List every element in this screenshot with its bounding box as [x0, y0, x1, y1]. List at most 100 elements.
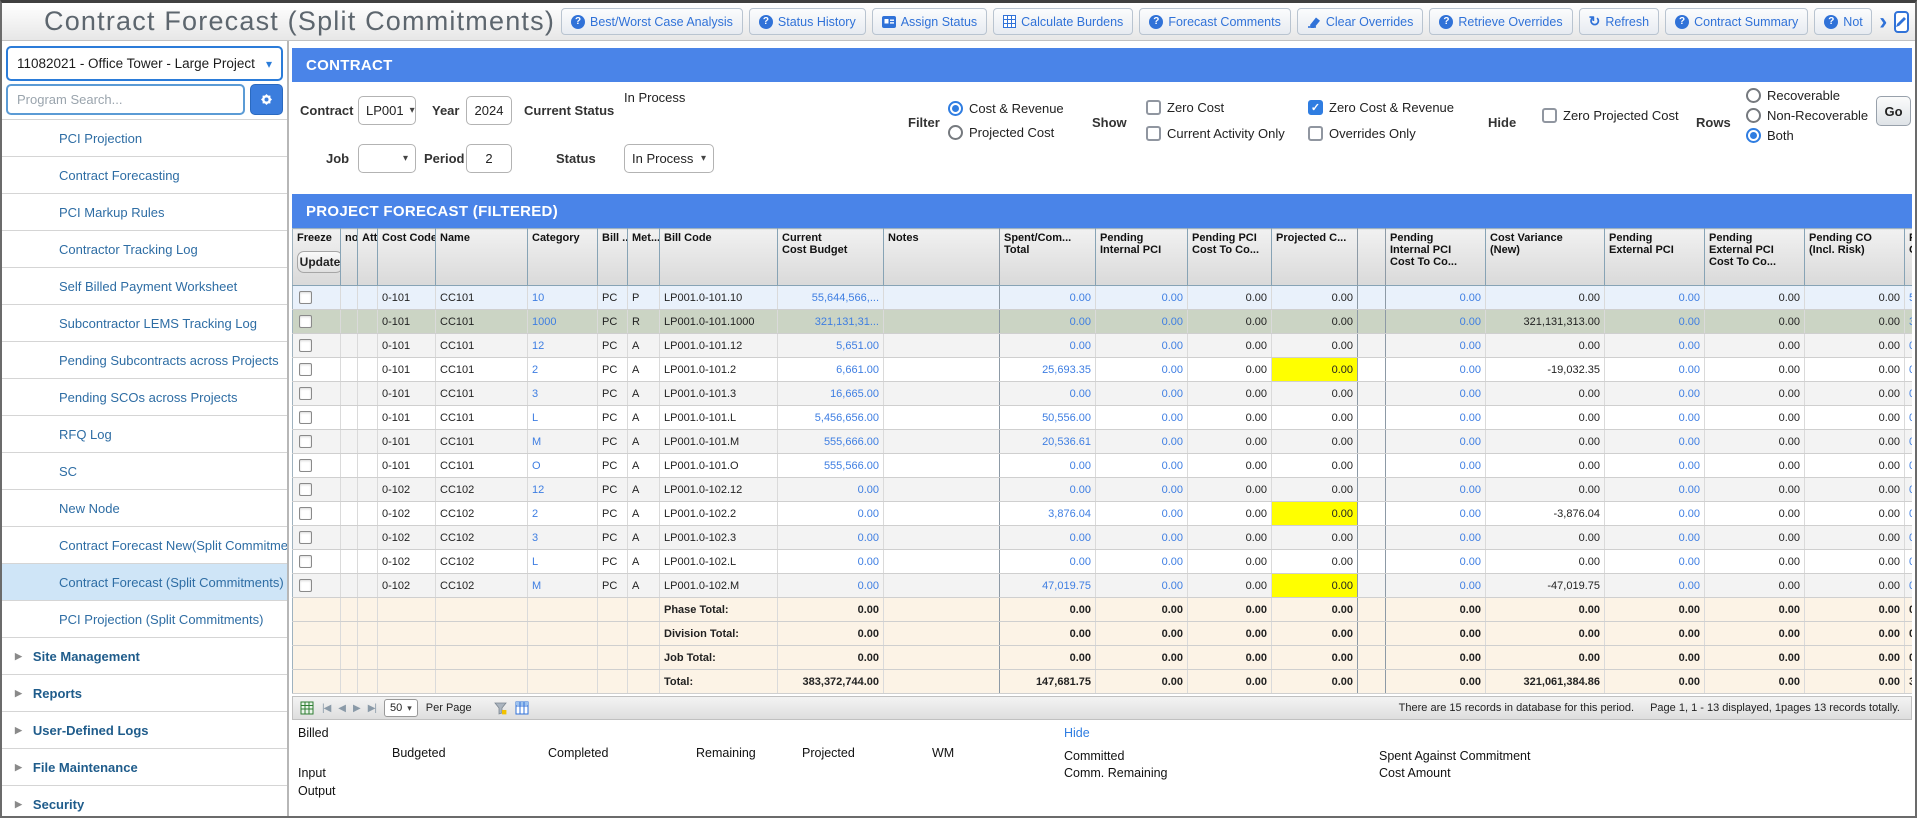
cell-category[interactable]: 3 — [527, 525, 598, 550]
cell-pending_external_pci[interactable]: 0.00 — [1604, 525, 1705, 550]
cell-spent_comm_total[interactable]: 0.00 — [999, 285, 1096, 310]
project-select[interactable]: 11082021 - Office Tower - Large Project … — [6, 46, 283, 81]
header-button[interactable]: Assign Status — [871, 8, 988, 35]
cell-overflow[interactable]: 0 — [1904, 429, 1912, 454]
hide-link[interactable]: Hide — [1064, 726, 1090, 740]
header-button[interactable]: ? Forecast Comments — [1139, 8, 1291, 35]
cell-pending_internal_pci[interactable]: 0.00 — [1095, 381, 1188, 406]
cell-spent_comm_total[interactable]: 3,876.04 — [999, 501, 1096, 526]
cell-category[interactable]: M — [527, 429, 598, 454]
cell-pending_internal_pci_ctc[interactable]: 0.00 — [1385, 357, 1486, 382]
show-option-current-activity-only[interactable]: Current Activity Only — [1146, 126, 1285, 141]
cell-pending_external_pci[interactable]: 0.00 — [1604, 285, 1705, 310]
sidebar-section[interactable]: ▶ File Maintenance — [2, 749, 287, 786]
cell-pending_internal_pci[interactable]: 0.00 — [1095, 573, 1188, 598]
edit-icon[interactable] — [1894, 10, 1910, 33]
sidebar-section[interactable]: ▶ Reports — [2, 675, 287, 712]
row-checkbox[interactable] — [299, 411, 312, 424]
cell-pending_external_pci[interactable]: 0.00 — [1604, 405, 1705, 430]
header-button[interactable]: ? Contract Summary — [1665, 8, 1809, 35]
cell-current_cost_budget[interactable]: 0.00 — [777, 549, 884, 574]
contract-select[interactable]: LP001 ▾ — [358, 96, 416, 125]
header-button[interactable]: Calculate Burdens — [993, 8, 1134, 35]
cell-pending_internal_pci_ctc[interactable]: 0.00 — [1385, 381, 1486, 406]
row-checkbox[interactable] — [299, 339, 312, 352]
sidebar-section[interactable]: ▶ Security — [2, 786, 287, 816]
chevron-right-icon[interactable]: › — [1879, 9, 1887, 33]
filter-option-projected-cost[interactable]: Projected Cost — [948, 125, 1054, 140]
per-page-select[interactable]: 50 ▾ — [384, 699, 418, 717]
cell-pending_internal_pci_ctc[interactable]: 0.00 — [1385, 525, 1486, 550]
show-option-zero-cost[interactable]: Zero Cost — [1146, 100, 1224, 115]
cell-current_cost_budget[interactable]: 0.00 — [777, 573, 884, 598]
sidebar-item[interactable]: Pending Subcontracts across Projects — [2, 342, 287, 379]
job-select[interactable]: ▾ — [358, 144, 416, 173]
cell-pending_internal_pci[interactable]: 0.00 — [1095, 525, 1188, 550]
cell-current_cost_budget[interactable]: 555,566.00 — [777, 453, 884, 478]
rows-option-non-recoverable[interactable]: Non-Recoverable — [1746, 108, 1868, 123]
cell-overflow[interactable]: 0 — [1904, 573, 1912, 598]
cell-current_cost_budget[interactable]: 16,665.00 — [777, 381, 884, 406]
cell-current_cost_budget[interactable]: 6,661.00 — [777, 357, 884, 382]
row-checkbox[interactable] — [299, 459, 312, 472]
column-chooser-icon[interactable] — [515, 701, 529, 715]
row-checkbox[interactable] — [299, 483, 312, 496]
row-checkbox[interactable] — [299, 579, 312, 592]
cell-overflow[interactable]: 0 — [1904, 549, 1912, 574]
cell-overflow[interactable]: 0 — [1904, 477, 1912, 502]
cell-category[interactable]: M — [527, 573, 598, 598]
cell-category[interactable]: 2 — [527, 357, 598, 382]
row-checkbox[interactable] — [299, 507, 312, 520]
cell-spent_comm_total[interactable]: 20,536.61 — [999, 429, 1096, 454]
rows-option-recoverable[interactable]: Recoverable — [1746, 88, 1840, 103]
program-search-input[interactable] — [6, 84, 245, 115]
cell-pending_internal_pci_ctc[interactable]: 0.00 — [1385, 405, 1486, 430]
year-field[interactable] — [466, 96, 512, 125]
cell-spent_comm_total[interactable]: 0.00 — [999, 549, 1096, 574]
cell-overflow[interactable]: 0 — [1904, 405, 1912, 430]
cell-category[interactable]: 1000 — [527, 309, 598, 334]
cell-pending_internal_pci[interactable]: 0.00 — [1095, 429, 1188, 454]
sidebar-item[interactable]: Contract Forecast (Split Commitments) — [2, 564, 287, 601]
header-button[interactable]: Clear Overrides — [1296, 8, 1424, 35]
cell-pending_internal_pci_ctc[interactable]: 0.00 — [1385, 549, 1486, 574]
cell-spent_comm_total[interactable]: 0.00 — [999, 453, 1096, 478]
cell-pending_internal_pci[interactable]: 0.00 — [1095, 501, 1188, 526]
cell-pending_internal_pci[interactable]: 0.00 — [1095, 309, 1188, 334]
cell-pending_external_pci[interactable]: 0.00 — [1604, 453, 1705, 478]
cell-pending_internal_pci_ctc[interactable]: 0.00 — [1385, 429, 1486, 454]
rows-option-both[interactable]: Both — [1746, 128, 1794, 143]
cell-category[interactable]: 10 — [527, 285, 598, 310]
cell-pending_internal_pci_ctc[interactable]: 0.00 — [1385, 285, 1486, 310]
go-button[interactable]: Go — [1876, 96, 1911, 126]
sidebar-item[interactable]: PCI Projection (Split Commitments) — [2, 601, 287, 638]
sidebar-item[interactable]: RFQ Log — [2, 416, 287, 453]
cell-pending_internal_pci_ctc[interactable]: 0.00 — [1385, 477, 1486, 502]
cell-category[interactable]: 12 — [527, 333, 598, 358]
sidebar-item[interactable]: PCI Markup Rules — [2, 194, 287, 231]
header-button[interactable]: ? Status History — [748, 8, 866, 35]
show-option-zero-cost-revenue[interactable]: ✓ Zero Cost & Revenue — [1308, 100, 1454, 115]
status-select[interactable]: In Process ▾ — [624, 144, 714, 173]
row-checkbox[interactable] — [299, 555, 312, 568]
sidebar-item[interactable]: Contract Forecasting — [2, 157, 287, 194]
cell-pending_internal_pci[interactable]: 0.00 — [1095, 357, 1188, 382]
cell-category[interactable]: 12 — [527, 477, 598, 502]
sidebar-item[interactable]: Pending SCOs across Projects — [2, 379, 287, 416]
sidebar-item[interactable]: Subcontractor LEMS Tracking Log — [2, 305, 287, 342]
cell-spent_comm_total[interactable]: 0.00 — [999, 309, 1096, 334]
grid-green-icon[interactable] — [300, 701, 314, 715]
cell-current_cost_budget[interactable]: 5,456,656.00 — [777, 405, 884, 430]
cell-pending_internal_pci_ctc[interactable]: 0.00 — [1385, 309, 1486, 334]
cell-overflow[interactable]: 0 — [1904, 453, 1912, 478]
cell-pending_external_pci[interactable]: 0.00 — [1604, 429, 1705, 454]
cell-pending_external_pci[interactable]: 0.00 — [1604, 477, 1705, 502]
cell-current_cost_budget[interactable]: 0.00 — [777, 525, 884, 550]
filter-option-cost-revenue[interactable]: Cost & Revenue — [948, 101, 1064, 116]
row-checkbox[interactable] — [299, 531, 312, 544]
cell-pending_internal_pci_ctc[interactable]: 0.00 — [1385, 333, 1486, 358]
show-option-overrides-only[interactable]: Overrides Only — [1308, 126, 1416, 141]
cell-spent_comm_total[interactable]: 0.00 — [999, 477, 1096, 502]
cell-overflow[interactable]: 0 — [1904, 525, 1912, 550]
sidebar-item[interactable]: New Node — [2, 490, 287, 527]
